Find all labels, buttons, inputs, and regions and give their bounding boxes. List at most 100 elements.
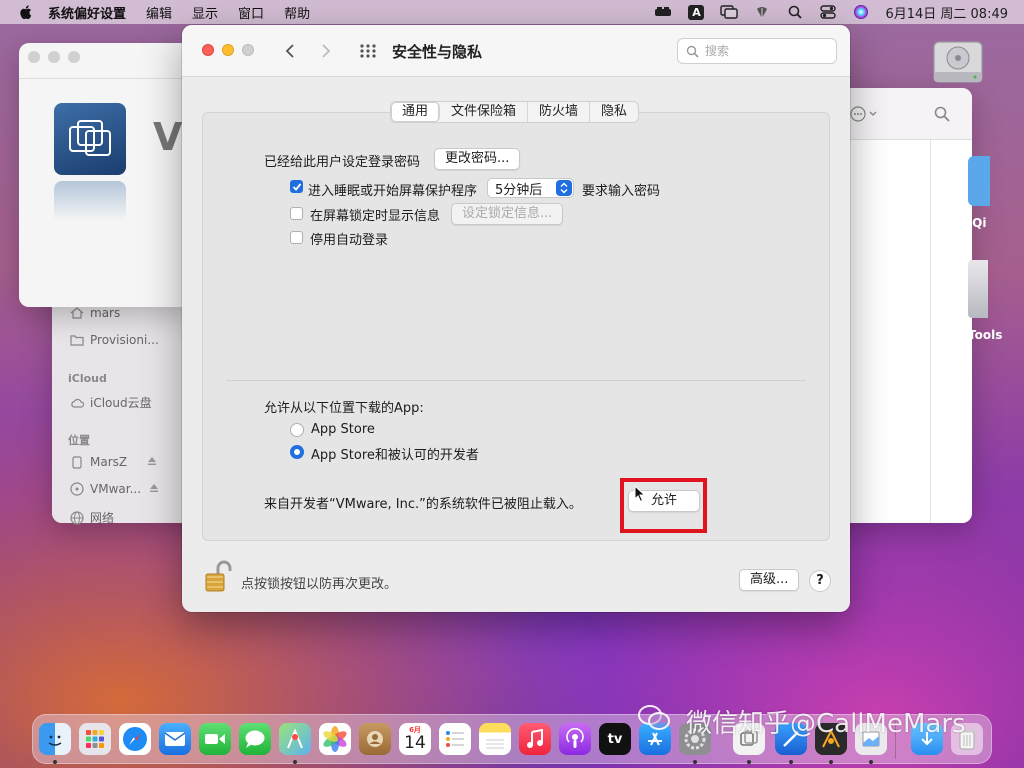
help-button[interactable]: ?	[809, 570, 831, 592]
close-button[interactable]	[28, 51, 40, 63]
tab-general[interactable]: 通用	[391, 102, 441, 122]
radio-identified-developers[interactable]	[290, 445, 304, 459]
desktop-label-iqi[interactable]: iQi	[968, 216, 986, 230]
wifi-icon[interactable]	[753, 4, 771, 20]
apple-menu-icon[interactable]	[18, 4, 34, 20]
disable-autologin-checkbox[interactable]	[290, 231, 303, 244]
screen-mirroring-icon[interactable]	[720, 4, 739, 20]
installer-disk-icon[interactable]	[968, 260, 988, 318]
forward-chevron-icon[interactable]	[318, 41, 334, 61]
minimize-button[interactable]	[222, 44, 234, 56]
close-button[interactable]	[202, 44, 214, 56]
require-password-suffix: 要求输入密码	[582, 184, 661, 199]
sidebar-item-icloud-drive[interactable]: iCloud云盘	[70, 394, 152, 411]
mail-icon[interactable]	[159, 723, 191, 755]
eject-icon[interactable]	[147, 455, 157, 469]
messages-icon[interactable]	[239, 723, 271, 755]
music-icon[interactable]	[519, 723, 551, 755]
sidebar-header-locations: 位置	[68, 434, 90, 447]
set-lock-message-button[interactable]: 设定锁定信息...	[451, 203, 564, 225]
menu-view[interactable]: 显示	[192, 3, 218, 22]
search-field[interactable]	[677, 38, 837, 64]
password-delay-value: 5分钟后	[495, 182, 543, 198]
disc-icon	[70, 482, 84, 496]
sidebar-item-vmware[interactable]: VMwar...	[70, 482, 159, 496]
notes-icon[interactable]	[479, 723, 511, 755]
menu-clock[interactable]: 6月14日 周二 08:49	[885, 3, 1008, 22]
require-password-checkbox[interactable]	[290, 180, 303, 193]
running-indicator	[789, 760, 793, 764]
mouse-cursor-icon	[634, 484, 646, 507]
password-delay-select[interactable]: 5分钟后	[487, 178, 574, 198]
running-indicator	[693, 760, 697, 764]
siri-icon[interactable]	[852, 4, 870, 20]
home-icon	[70, 307, 84, 319]
security-privacy-window: 安全性与隐私 通用 文件保险箱 防火墙 隐私 已经给此用户设定登录密码 更改密码…	[182, 25, 850, 612]
menu-window[interactable]: 窗口	[238, 3, 264, 22]
grid-icon[interactable]	[358, 41, 378, 61]
tab-privacy[interactable]: 隐私	[590, 102, 638, 122]
folder-icon[interactable]	[968, 156, 990, 206]
phone-icon	[70, 455, 84, 469]
sidebar-item-network[interactable]: 网络	[70, 509, 114, 526]
folder-icon	[70, 334, 84, 346]
input-source-icon[interactable]: A	[687, 4, 705, 20]
tv-label: tv	[607, 731, 623, 747]
more-icon[interactable]	[850, 106, 880, 126]
vmware-logo-reflection	[54, 181, 126, 221]
search-icon	[686, 45, 699, 58]
sidebar-item-label: MarsZ	[90, 455, 128, 469]
finder-content	[850, 88, 972, 523]
sidebar-item-provisioning[interactable]: Provisioni...	[70, 333, 159, 347]
blocked-extension-message: 来自开发者“VMware, Inc.”的系统软件已被阻止载入。	[264, 497, 582, 512]
vmware-title: V	[153, 115, 183, 159]
lock-message-checkbox[interactable]	[290, 207, 303, 220]
sidebar-item-home[interactable]: mars	[70, 306, 120, 320]
tab-firewall[interactable]: 防火墙	[528, 102, 591, 122]
photos-icon[interactable]	[319, 723, 351, 755]
lock-icon[interactable]	[204, 560, 234, 596]
radio-app-store-label: App Store	[311, 422, 375, 437]
globe-icon	[70, 510, 84, 525]
advanced-button[interactable]: 高级...	[739, 569, 800, 591]
maps-icon[interactable]	[279, 723, 311, 755]
window-controls	[28, 51, 88, 63]
eject-icon[interactable]	[149, 482, 159, 496]
tab-filevault[interactable]: 文件保险箱	[440, 102, 529, 122]
menu-edit[interactable]: 编辑	[146, 3, 172, 22]
title-bar: 安全性与隐私	[182, 25, 850, 77]
hard-drive-icon[interactable]	[930, 34, 986, 90]
finder-search-icon[interactable]	[934, 106, 950, 126]
safari-icon[interactable]	[119, 723, 151, 755]
search-input[interactable]	[705, 44, 825, 58]
apple-tv-icon[interactable]: tv	[599, 723, 631, 755]
menu-bar: 系统偏好设置 编辑 显示 窗口 帮助 A 6月14日 周二 08:49	[0, 0, 1024, 24]
contacts-icon[interactable]	[359, 723, 391, 755]
vmware-tools-icon[interactable]	[654, 4, 672, 20]
facetime-icon[interactable]	[199, 723, 231, 755]
sidebar-item-marsz[interactable]: MarsZ	[70, 455, 157, 469]
reminders-icon[interactable]	[439, 723, 471, 755]
launchpad-icon[interactable]	[79, 723, 111, 755]
desktop-label-tools[interactable]: Tools	[968, 328, 1002, 342]
back-chevron-icon[interactable]	[282, 41, 298, 61]
finder-icon[interactable]	[39, 723, 71, 755]
radio-app-store[interactable]	[290, 423, 304, 437]
minimize-button[interactable]	[48, 51, 60, 63]
search-icon[interactable]	[786, 4, 804, 20]
sidebar-item-label: mars	[90, 306, 121, 320]
sidebar-item-label: iCloud云盘	[90, 396, 152, 410]
lock-message-label: 在屏幕锁定时显示信息	[310, 209, 441, 224]
zoom-button[interactable]	[68, 51, 80, 63]
podcasts-icon[interactable]	[559, 723, 591, 755]
vmware-window: V	[19, 43, 191, 307]
change-password-button[interactable]: 更改密码...	[434, 148, 521, 170]
vmware-logo-icon	[54, 103, 126, 175]
menu-help[interactable]: 帮助	[284, 3, 310, 22]
calendar-icon[interactable]: 6月 14	[399, 723, 431, 755]
control-center-icon[interactable]	[819, 4, 837, 20]
sidebar-item-label: Provisioni...	[90, 333, 159, 347]
sidebar-item-label: 网络	[90, 511, 115, 525]
zoom-button[interactable]	[242, 44, 254, 56]
menu-app-name[interactable]: 系统偏好设置	[48, 3, 126, 22]
